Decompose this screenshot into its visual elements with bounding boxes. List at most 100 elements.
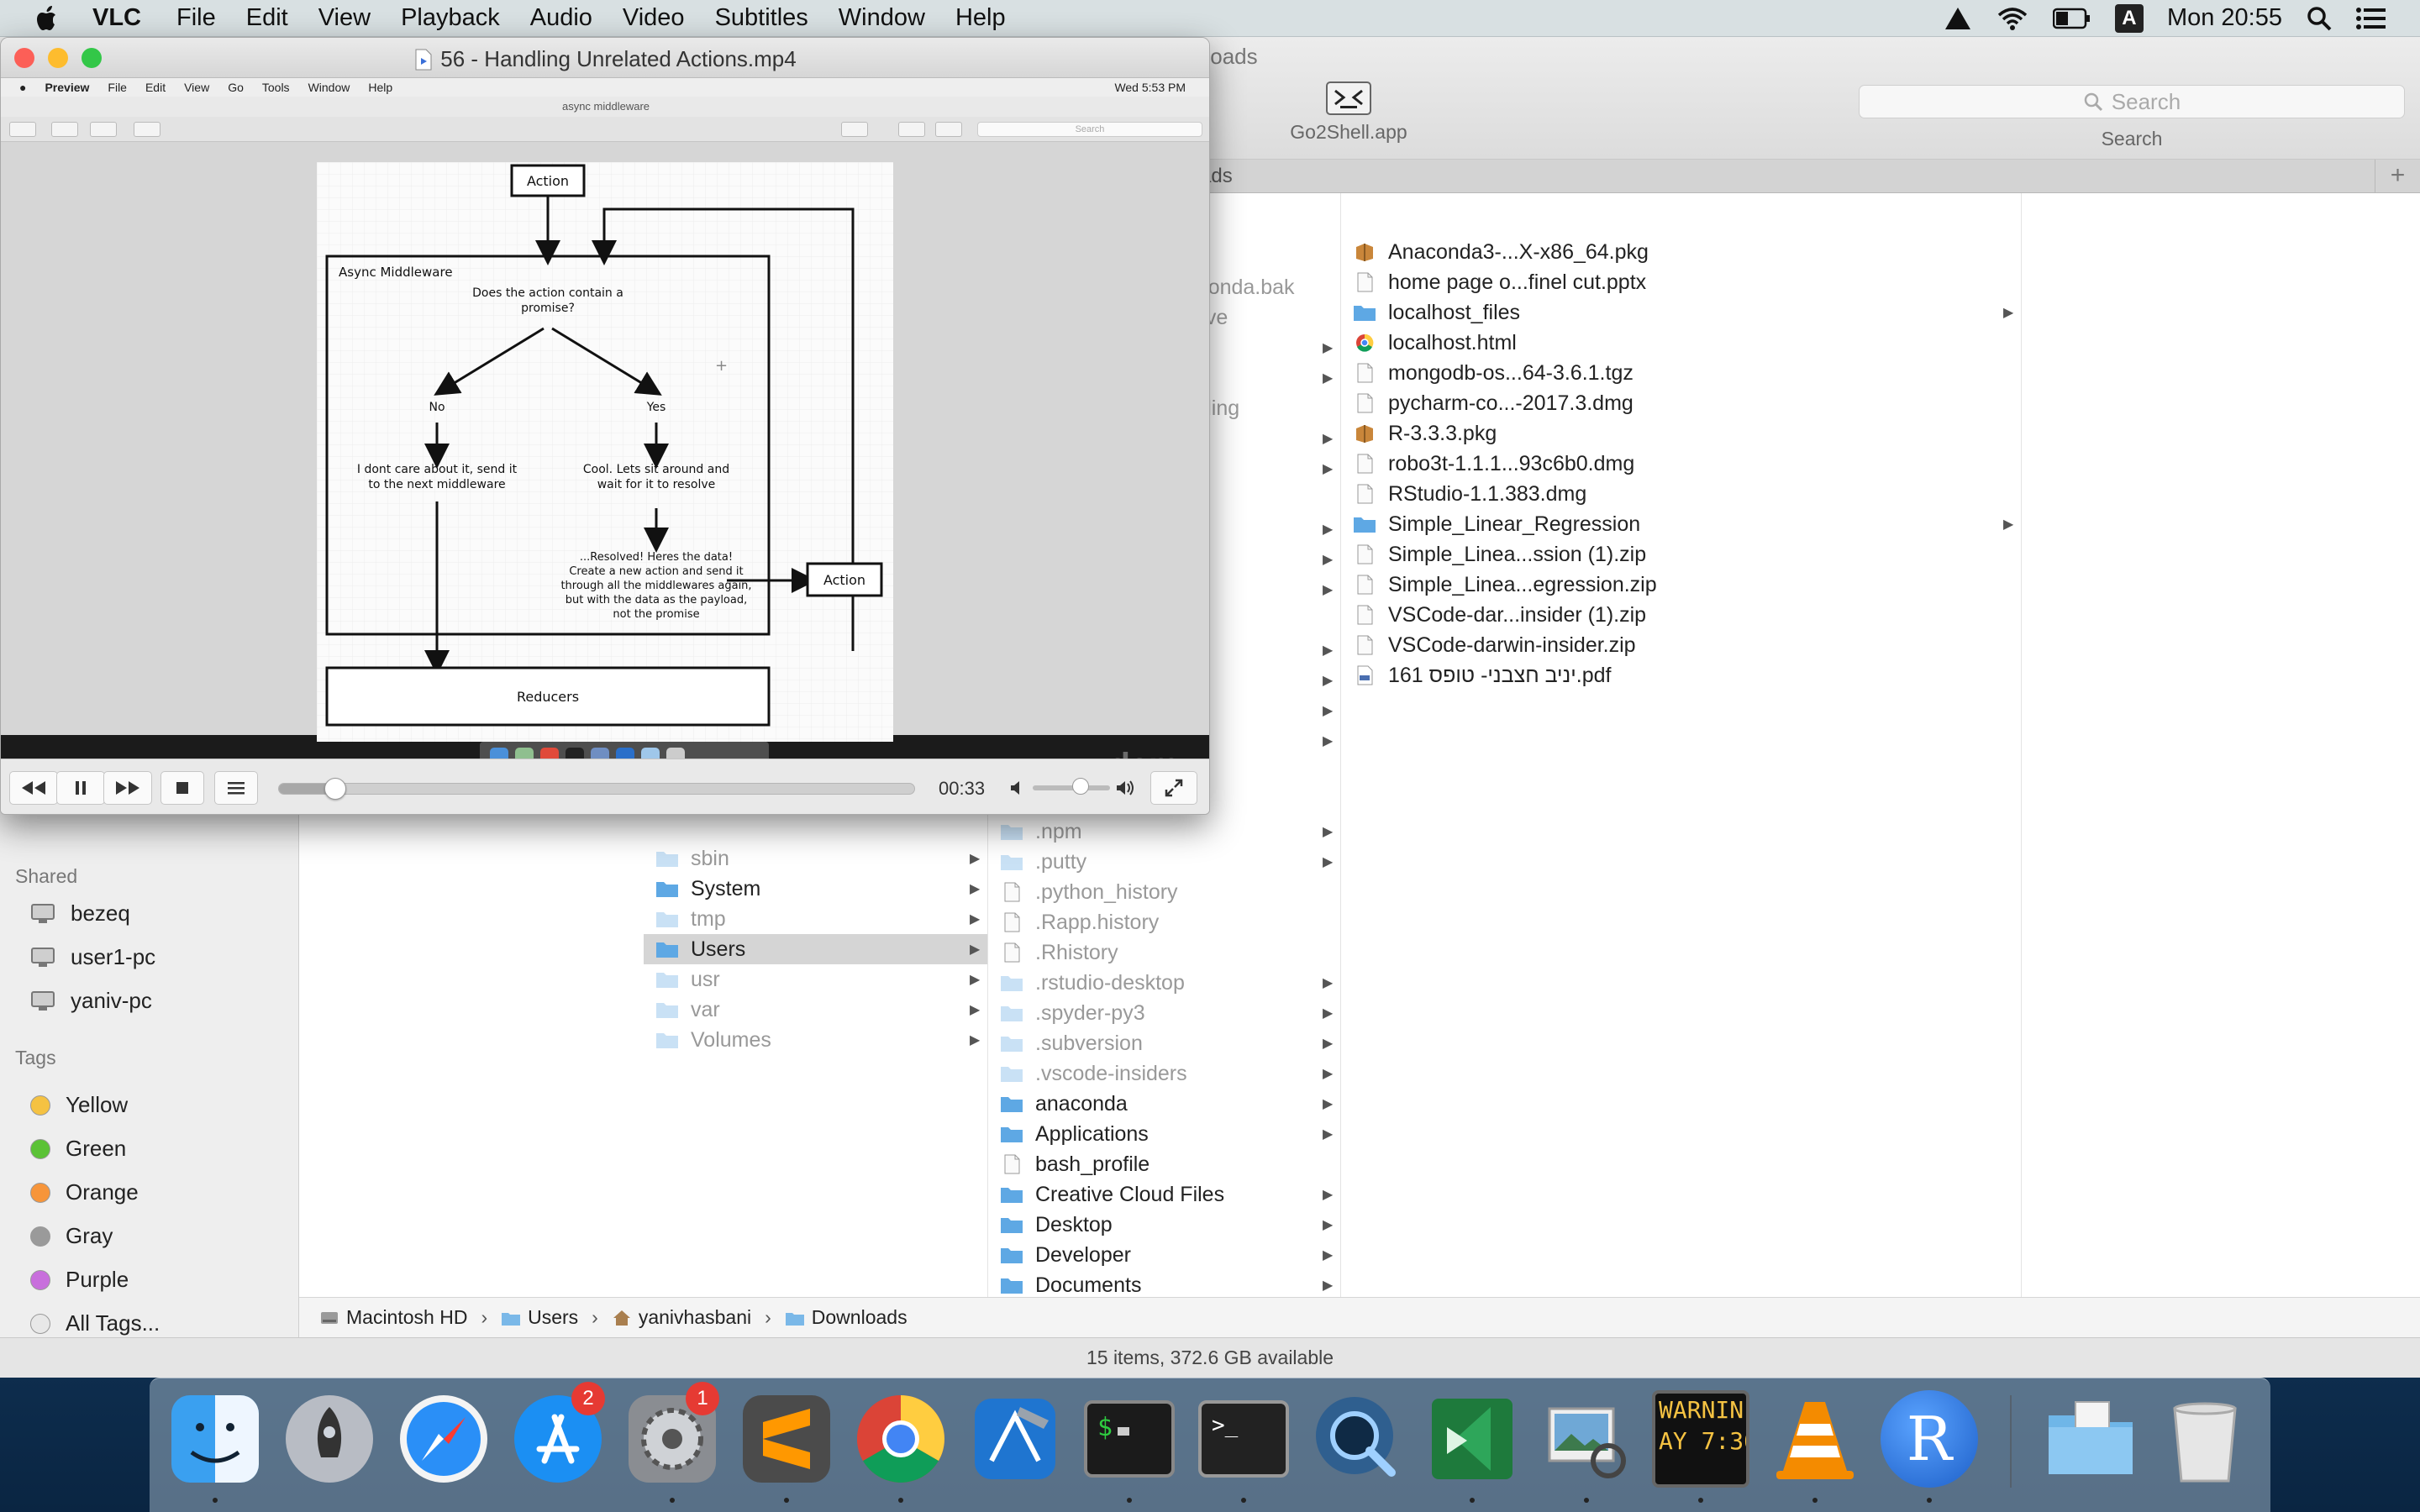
preview-dock-icon[interactable] — [1538, 1390, 1635, 1488]
downloads-item[interactable]: mongodb-os...64-3.6.1.tgz — [1341, 358, 2021, 388]
downloads-item[interactable]: VSCode-dar...insider (1).zip — [1341, 600, 2021, 630]
battery-icon[interactable] — [2052, 8, 2091, 29]
pause-button[interactable] — [56, 771, 105, 805]
trash-dock-icon[interactable] — [2156, 1390, 2254, 1488]
terminal-dock-icon[interactable]: $ — [1081, 1390, 1178, 1488]
root-item-users[interactable]: Users ▶ — [644, 934, 987, 964]
sidebar-item-bezeq[interactable]: bezeq — [30, 900, 130, 927]
home-item[interactable]: Creative Cloud Files ▶ — [988, 1179, 1340, 1210]
path-item-macintosh-hd[interactable]: Macintosh HD — [346, 1306, 467, 1329]
home-item[interactable]: bash_profile — [988, 1149, 1340, 1179]
stop-button[interactable] — [160, 771, 204, 805]
sidebar-item-user1-pc[interactable]: user1-pc — [30, 944, 155, 970]
root-item-usr[interactable]: usr ▶ — [644, 964, 987, 995]
sidebar-tag-purple[interactable]: Purple — [30, 1267, 129, 1293]
menu-app-name[interactable]: VLC — [92, 4, 141, 32]
vlc-dock-icon[interactable] — [1766, 1390, 1864, 1488]
home-item[interactable]: Documents ▶ — [988, 1270, 1340, 1300]
downloads-item[interactable]: localhost_files ▶ — [1341, 297, 2021, 328]
sidebar-tag-yellow[interactable]: Yellow — [30, 1092, 128, 1118]
home-item[interactable]: .python_history — [988, 877, 1340, 907]
apple-icon[interactable] — [30, 2, 64, 35]
sidebar-tag-alltags[interactable]: All Tags... — [30, 1310, 160, 1336]
path-item-home[interactable]: yanivhasbani — [639, 1306, 751, 1329]
path-item-users[interactable]: Users — [528, 1306, 578, 1329]
safari-dock-icon[interactable] — [395, 1390, 492, 1488]
playlist-button[interactable] — [214, 771, 258, 805]
xcode-dock-icon[interactable] — [966, 1390, 1064, 1488]
home-item[interactable]: .rstudio-desktop ▶ — [988, 968, 1340, 998]
go2shell-toolbar-button[interactable]: Go2Shell.app — [1286, 81, 1412, 144]
home-item[interactable]: Developer ▶ — [988, 1240, 1340, 1270]
home-item[interactable]: .putty ▶ — [988, 847, 1340, 877]
quicktime-dock-icon[interactable] — [1309, 1390, 1407, 1488]
menu-file[interactable]: File — [176, 4, 216, 32]
volume-slider-handle[interactable] — [1072, 778, 1090, 795]
home-item[interactable]: Applications ▶ — [988, 1119, 1340, 1149]
downloads-item[interactable]: Simple_Linea...egression.zip — [1341, 570, 2021, 600]
sidebar-tag-gray[interactable]: Gray — [30, 1223, 113, 1249]
downloads-item[interactable]: Anaconda3-...X-x86_64.pkg — [1341, 237, 2021, 267]
home-item[interactable]: anaconda ▶ — [988, 1089, 1340, 1119]
downloads-item[interactable]: localhost.html — [1341, 328, 2021, 358]
volume-max-icon[interactable] — [1115, 780, 1137, 796]
seek-bar-handle[interactable] — [324, 778, 347, 800]
finder-dock-icon[interactable] — [166, 1390, 264, 1488]
downloads-stack-dock-icon[interactable] — [2042, 1390, 2139, 1488]
finder-search-field[interactable]: Search — [1859, 85, 2405, 118]
rewind-button[interactable] — [9, 771, 58, 805]
downloads-item[interactable]: home page o...finel cut.pptx — [1341, 267, 2021, 297]
menu-help[interactable]: Help — [955, 4, 1006, 32]
sidebar-tag-green[interactable]: Green — [30, 1136, 126, 1162]
menu-playback[interactable]: Playback — [401, 4, 500, 32]
sidebar-item-yaniv-pc[interactable]: yaniv-pc — [30, 988, 152, 1014]
home-item[interactable]: .spyder-py3 ▶ — [988, 998, 1340, 1028]
warning-triangle-icon[interactable] — [1944, 6, 1972, 31]
root-item-volumes[interactable]: Volumes ▶ — [644, 1025, 987, 1055]
volume-slider[interactable] — [1033, 785, 1110, 790]
home-item[interactable]: .Rapp.history — [988, 907, 1340, 937]
vscode-insiders-dock-icon[interactable] — [1423, 1390, 1521, 1488]
root-item-tmp[interactable]: tmp ▶ — [644, 904, 987, 934]
menu-edit[interactable]: Edit — [246, 4, 288, 32]
path-item-downloads[interactable]: Downloads — [812, 1306, 908, 1329]
downloads-item[interactable]: RStudio-1.1.383.dmg — [1341, 479, 2021, 509]
chrome-dock-icon[interactable] — [852, 1390, 950, 1488]
sidebar-tag-orange[interactable]: Orange — [30, 1179, 139, 1205]
home-item[interactable]: .subversion ▶ — [988, 1028, 1340, 1058]
root-item-system[interactable]: System ▶ — [644, 874, 987, 904]
fullscreen-button[interactable] — [1150, 771, 1197, 805]
input-source-icon[interactable]: A — [2114, 3, 2144, 33]
fast-forward-button[interactable] — [103, 771, 152, 805]
downloads-item[interactable]: Simple_Linear_Regression ▶ — [1341, 509, 2021, 539]
menu-video[interactable]: Video — [623, 4, 685, 32]
terminal-alt-dock-icon[interactable]: >_ — [1195, 1390, 1292, 1488]
wifi-icon[interactable] — [1996, 6, 2029, 31]
volume-mute-icon[interactable] — [1009, 780, 1026, 796]
menu-window[interactable]: Window — [839, 4, 925, 32]
downloads-item[interactable]: pycharm-co...-2017.3.dmg — [1341, 388, 2021, 418]
root-item-sbin[interactable]: sbin ▶ — [644, 843, 987, 874]
launchpad-dock-icon[interactable] — [281, 1390, 378, 1488]
video-area[interactable]: ● Preview File Edit View Go Tools Window… — [1, 78, 1209, 794]
r-dock-icon[interactable]: R — [1881, 1390, 1978, 1488]
root-item-var[interactable]: var ▶ — [644, 995, 987, 1025]
new-tab-button[interactable]: + — [2375, 160, 2420, 193]
home-item[interactable]: .vscode-insiders ▶ — [988, 1058, 1340, 1089]
notification-center-icon[interactable] — [2356, 7, 2386, 30]
menu-clock[interactable]: Mon 20:55 — [2167, 4, 2282, 32]
downloads-item[interactable]: 161 יניב חצבני- טופס.pdf — [1341, 660, 2021, 690]
home-item[interactable]: .Rhistory — [988, 937, 1340, 968]
seek-bar[interactable] — [278, 783, 915, 795]
downloads-item[interactable]: R-3.3.3.pkg — [1341, 418, 2021, 449]
sublime-text-dock-icon[interactable] — [738, 1390, 835, 1488]
spotlight-search-icon[interactable] — [2306, 5, 2333, 32]
home-item[interactable]: Desktop ▶ — [988, 1210, 1340, 1240]
menu-audio[interactable]: Audio — [530, 4, 592, 32]
home-item[interactable]: .npm ▶ — [988, 816, 1340, 847]
downloads-item[interactable]: robo3t-1.1.1...93c6b0.dmg — [1341, 449, 2021, 479]
console-dock-icon[interactable]: WARNIN AY 7:36 — [1652, 1390, 1749, 1488]
menu-view[interactable]: View — [318, 4, 371, 32]
downloads-item[interactable]: VSCode-darwin-insider.zip — [1341, 630, 2021, 660]
downloads-item[interactable]: Simple_Linea...ssion (1).zip — [1341, 539, 2021, 570]
